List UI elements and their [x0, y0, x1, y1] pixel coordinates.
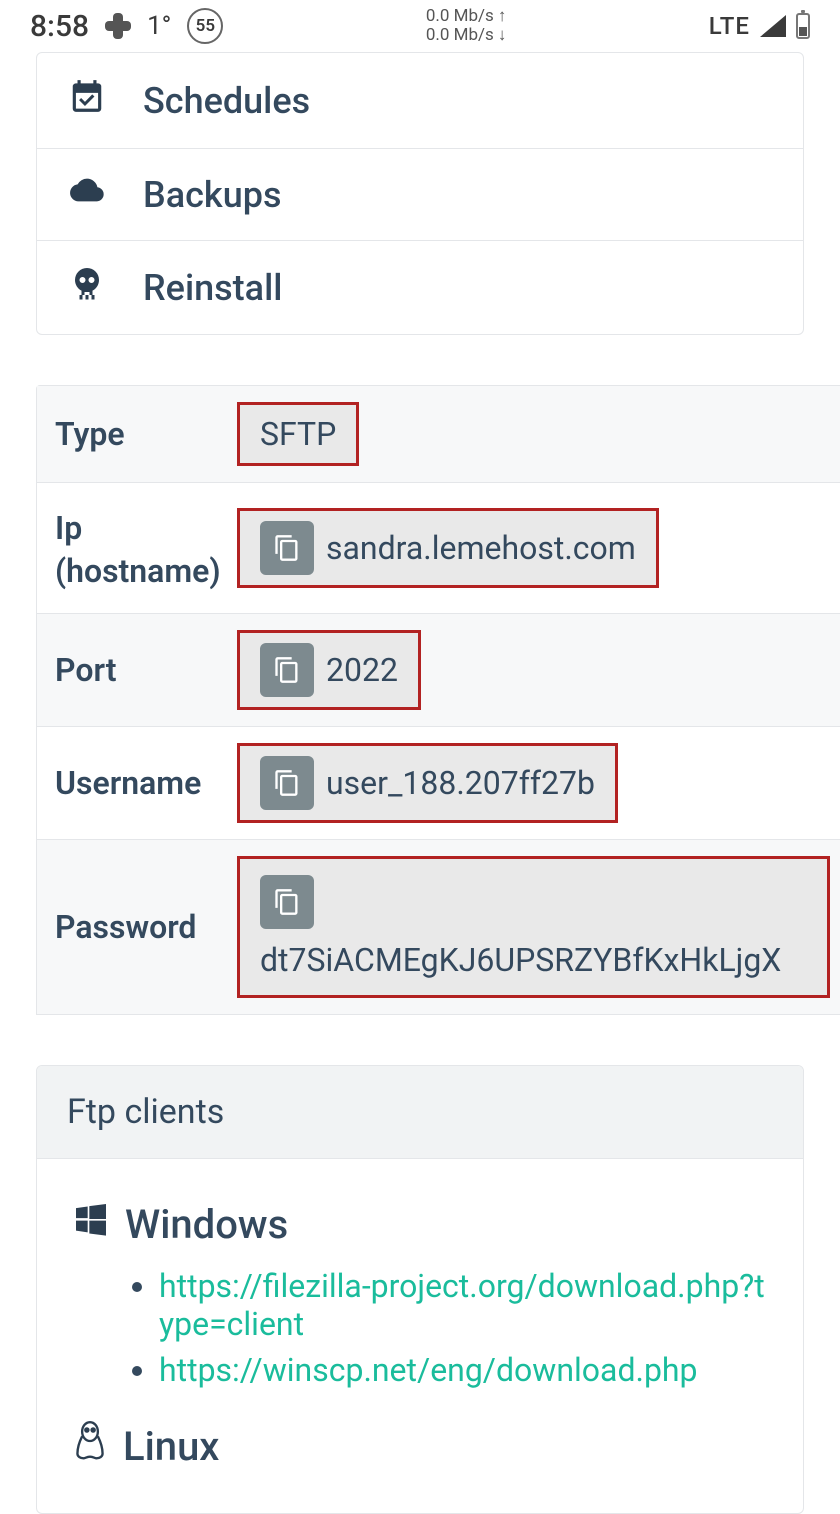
clock: 8:58: [30, 9, 89, 44]
slack-icon: [105, 13, 131, 39]
copy-button[interactable]: [260, 521, 314, 575]
cred-row-username: Username user_188.207ff27b: [37, 726, 840, 839]
os-windows-heading: Windows: [71, 1199, 769, 1249]
cred-label: Ip (hostname): [37, 483, 237, 613]
list-item: https://filezilla-project.org/download.p…: [159, 1267, 769, 1343]
skull-icon: [65, 265, 109, 310]
cred-value-username: user_188.207ff27b: [237, 743, 618, 823]
cloud-icon: [65, 173, 109, 216]
copy-button[interactable]: [260, 756, 314, 810]
network-type: LTE: [709, 12, 750, 40]
ftp-clients-card: Ftp clients Windows https://filezilla-pr…: [36, 1065, 804, 1514]
cred-row-ip: Ip (hostname) sandra.lemehost.com: [37, 482, 840, 613]
cred-label: Password: [37, 840, 237, 1014]
copy-button[interactable]: [260, 875, 314, 929]
cred-label: Type: [37, 386, 237, 482]
cred-value-password: dt7SiACMEgKJ6UPSRZYBfKxHkLjgX: [237, 856, 830, 998]
menu-label: Reinstall: [143, 267, 282, 309]
temperature: 1°: [147, 11, 171, 41]
network-speed: 0.0 Mb/s↑ 0.0 Mb/s↓: [223, 7, 708, 44]
link-filezilla[interactable]: https://filezilla-project.org/download.p…: [159, 1267, 765, 1343]
cred-row-type: Type SFTP: [37, 386, 840, 482]
calendar-check-icon: [65, 77, 109, 124]
cred-label: Port: [37, 614, 237, 726]
os-linux-heading: Linux: [71, 1419, 769, 1473]
menu-item-schedules[interactable]: Schedules: [37, 53, 803, 148]
cred-value-type: SFTP: [237, 402, 359, 466]
cred-value-port: 2022: [237, 630, 421, 710]
copy-button[interactable]: [260, 643, 314, 697]
credentials-table: Type SFTP Ip (hostname) sandra.lemehost.…: [36, 385, 840, 1015]
windows-icon: [71, 1199, 111, 1249]
badge-55: 55: [187, 8, 223, 44]
card-header: Ftp clients: [37, 1066, 803, 1159]
cred-value-ip: sandra.lemehost.com: [237, 508, 659, 588]
list-item: https://winscp.net/eng/download.php: [159, 1351, 769, 1389]
battery-icon: [796, 13, 810, 39]
cred-row-password: Password dt7SiACMEgKJ6UPSRZYBfKxHkLjgX: [37, 839, 840, 1014]
linux-icon: [71, 1419, 109, 1473]
link-winscp[interactable]: https://winscp.net/eng/download.php: [159, 1351, 698, 1389]
signal-icon: [760, 15, 786, 37]
cred-row-port: Port 2022: [37, 613, 840, 726]
statusbar: 8:58 1° 55 0.0 Mb/s↑ 0.0 Mb/s↓ LTE: [0, 0, 840, 52]
menu-label: Backups: [143, 174, 281, 216]
windows-links: https://filezilla-project.org/download.p…: [159, 1267, 769, 1389]
menu-label: Schedules: [143, 80, 310, 122]
menu-item-backups[interactable]: Backups: [37, 148, 803, 240]
menu-list: Schedules Backups Reinstall: [36, 52, 804, 335]
cred-label: Username: [37, 727, 237, 839]
menu-item-reinstall[interactable]: Reinstall: [37, 240, 803, 334]
